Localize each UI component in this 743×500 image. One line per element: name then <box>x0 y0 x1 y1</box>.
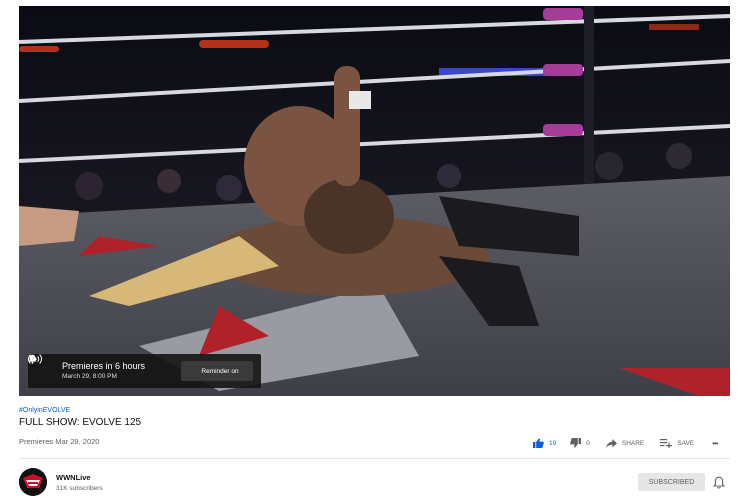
more-actions-button[interactable]: ••• <box>712 438 718 448</box>
save-button[interactable]: SAVE <box>660 438 695 448</box>
subscribed-button[interactable]: SUBSCRIBED <box>638 473 705 491</box>
save-label: SAVE <box>677 439 695 447</box>
video-frame <box>19 6 730 396</box>
reminder-button[interactable]: Reminder on <box>28 354 253 381</box>
subscriber-count: 31K subscribers <box>56 485 103 492</box>
channel-avatar[interactable] <box>19 468 47 496</box>
more-dots-icon: ••• <box>712 438 718 448</box>
thumbs-down-icon <box>570 438 582 448</box>
premiere-date: Premieres Mar 29, 2020 <box>19 437 100 446</box>
bell-outline-icon <box>712 476 726 493</box>
premiere-broadcast-icon <box>28 354 54 379</box>
premiere-banner: Premieres in 6 hours March 29, 8:00 PM R… <box>28 354 261 388</box>
premiere-title: Premieres in 6 hours <box>62 361 146 371</box>
like-button[interactable]: 19 <box>533 438 556 448</box>
thumbs-up-icon <box>533 438 544 448</box>
channel-name[interactable]: WWNLive <box>56 473 91 482</box>
playlist-add-icon <box>660 438 673 448</box>
dislike-count: 0 <box>586 439 590 447</box>
reminder-label: Reminder on <box>201 367 239 375</box>
video-title: FULL SHOW: EVOLVE 125 <box>19 417 142 428</box>
share-arrow-icon <box>605 438 617 448</box>
notification-bell-button[interactable] <box>712 476 726 489</box>
video-player[interactable]: Premieres in 6 hours March 29, 8:00 PM R… <box>19 6 730 396</box>
video-actions: 19 0 SHARE SAVE ••• <box>533 436 719 450</box>
premiere-datetime: March 29, 8:00 PM <box>62 373 117 380</box>
share-label: SHARE <box>621 439 645 447</box>
divider <box>19 458 730 459</box>
share-button[interactable]: SHARE <box>605 438 645 448</box>
like-count: 19 <box>549 439 557 447</box>
dislike-button[interactable]: 0 <box>570 438 590 448</box>
hashtag-link[interactable]: #OnlyinEVOLVE <box>19 407 70 414</box>
